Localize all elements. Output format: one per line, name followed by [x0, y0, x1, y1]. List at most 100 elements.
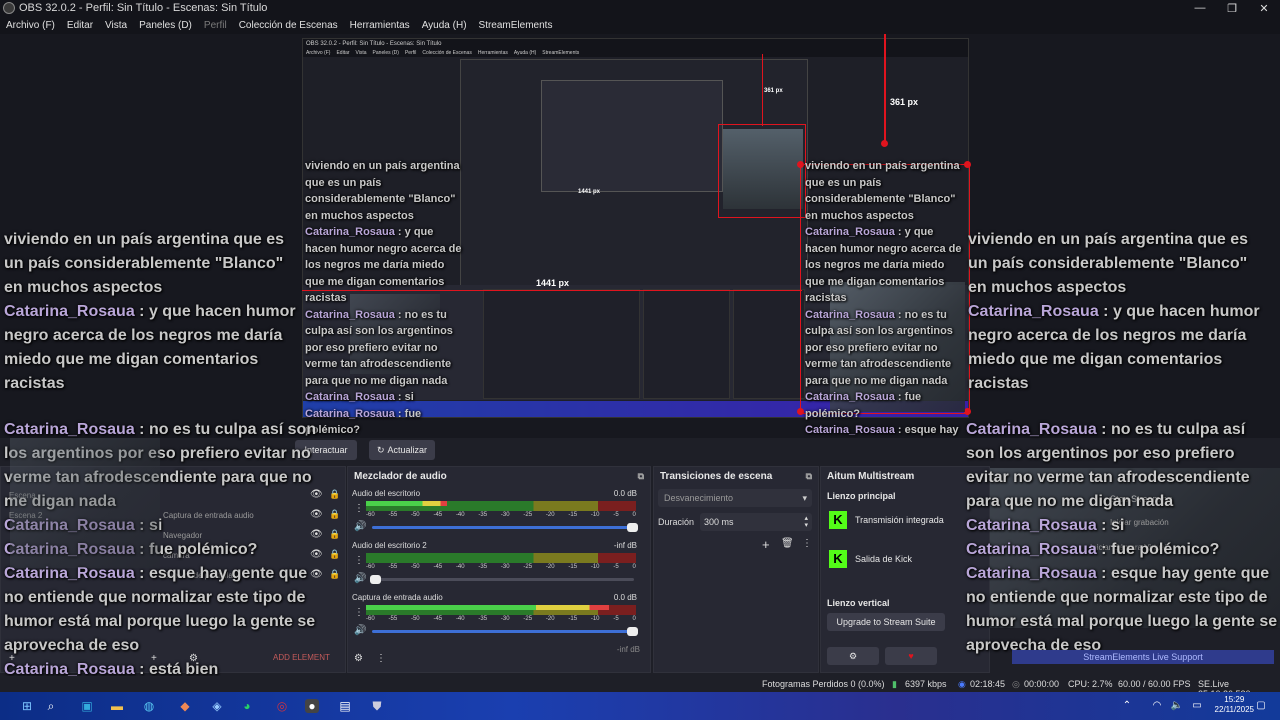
kick-logo-icon: K	[829, 550, 847, 568]
lock-icon[interactable]: 🔒	[329, 569, 340, 580]
add-transition-icon[interactable]: +	[762, 537, 770, 552]
popout-icon[interactable]: ⧉	[638, 471, 644, 482]
nested-menu-item: Vista	[355, 50, 367, 56]
channel-db: 0.0 dB	[613, 593, 637, 602]
volume-slider[interactable]	[372, 627, 638, 636]
slider-knob[interactable]	[370, 575, 381, 584]
channel-menu-icon[interactable]: ⋮	[354, 607, 364, 618]
meter-ticks: -60 -55 -50 -45 -40 -35 -30 -25 -20 -15 -10 -5 0	[366, 616, 636, 622]
vertical-canvas-label: Lienzo vertical	[827, 598, 890, 608]
speaker-icon[interactable]: 🔊	[354, 521, 366, 532]
menu-view[interactable]: Vista	[99, 20, 133, 31]
wifi-icon[interactable]: ◠	[1150, 699, 1164, 713]
lock-icon[interactable]: 🔒	[329, 489, 340, 500]
transition-menu-icon[interactable]: ⋮	[802, 538, 812, 549]
upgrade-stream-suite-button[interactable]: Upgrade to Stream Suite	[827, 613, 945, 631]
volume-slider[interactable]	[370, 575, 634, 584]
browser-icon[interactable]: ◍	[142, 699, 156, 713]
refresh-button[interactable]: ↻ Actualizar	[369, 440, 435, 460]
resize-handle[interactable]	[964, 161, 971, 168]
tray-arrow-icon[interactable]: ⌃	[1120, 699, 1134, 713]
whatsapp-icon[interactable]: ◕	[240, 699, 254, 713]
channel-db: 0.0 dB	[613, 489, 637, 498]
nested-menu-item: StreamElements	[542, 50, 580, 56]
multistream-title: Aitum Multistream	[827, 470, 915, 482]
popout-icon[interactable]: ⧉	[806, 471, 812, 482]
volume-meter	[366, 605, 636, 615]
mixer-channel: Audio del escritorio 2 -inf dB ⋮ -60 -55 -5…	[352, 541, 637, 591]
nested-menu-bar: Archivo (F) Editar Vista Paneles (D) Per…	[303, 49, 968, 57]
obs-taskbar-icon[interactable]: ●	[305, 699, 319, 713]
notifications-icon[interactable]: ▢	[1254, 699, 1268, 713]
streamelements-taskbar-icon[interactable]: ▤	[338, 699, 352, 713]
search-icon[interactable]: ⌕	[44, 699, 58, 713]
mixer-menu-icon[interactable]: ⋮	[376, 653, 386, 664]
mixer-settings-icon[interactable]: ⚙	[354, 653, 363, 664]
app-icon[interactable]: ◆	[178, 699, 192, 713]
nested-menu-item: Paneles (D)	[372, 50, 399, 56]
menu-profile[interactable]: Perfil	[198, 20, 233, 31]
menu-scene-collection[interactable]: Colección de Escenas	[233, 20, 344, 31]
menu-streamelements[interactable]: StreamElements	[473, 20, 559, 31]
chat-message: Catarina_Rosaua : y que hacen humor negr…	[968, 303, 1260, 392]
output-kick[interactable]: K Salida de Kick	[829, 550, 912, 568]
taskview-icon[interactable]: ▣	[80, 699, 94, 713]
remove-transition-icon[interactable]: 🗑	[781, 538, 794, 549]
chat-overlay-nested-right: viviendo en un país argentina que es un …	[805, 158, 965, 438]
menu-help[interactable]: Ayuda (H)	[416, 20, 473, 31]
multistream-settings-button[interactable]: ⚙	[827, 647, 879, 665]
streamelements-support-button[interactable]: StreamElements Live Support	[1012, 650, 1274, 664]
minimize-button[interactable]: —	[1184, 2, 1216, 15]
windows-start-icon[interactable]: ⊞	[20, 699, 34, 713]
chat-message: Catarina_Rosaua : y que hacen humor negr…	[305, 226, 462, 304]
duration-stepper[interactable]: 300 ms ▴ ▾	[700, 513, 812, 531]
speaker-icon[interactable]: 🔊	[354, 573, 366, 584]
chevron-down-icon: ▾	[802, 492, 807, 503]
channel-db-partial: -inf dB	[616, 645, 640, 654]
file-explorer-icon[interactable]: ▬	[110, 699, 124, 713]
output-transmision[interactable]: K Transmisión integrada	[829, 511, 944, 529]
lock-icon[interactable]: 🔒	[329, 529, 340, 540]
duration-value: 300 ms	[704, 517, 734, 527]
slider-knob[interactable]	[627, 523, 638, 532]
chat-message: Catarina_Rosaua : esque hay gente que no…	[805, 424, 959, 436]
resize-handle[interactable]	[964, 408, 971, 415]
volume-slider[interactable]	[372, 523, 638, 532]
menu-file[interactable]: Archivo (F)	[0, 20, 61, 31]
battery-icon[interactable]: ▭	[1190, 699, 1204, 713]
clock[interactable]: 15:29 22/11/2025	[1215, 695, 1254, 716]
stepper-arrows-icon[interactable]: ▴ ▾	[804, 515, 808, 529]
speaker-icon[interactable]: 🔊	[354, 625, 366, 636]
channel-name: Audio del escritorio	[352, 489, 421, 498]
mixer-channel: Captura de entrada audio 0.0 dB ⋮ -60 -55-…	[352, 593, 638, 643]
chat-message: viviendo en un país argentina que es un …	[305, 160, 460, 222]
transition-selected: Desvanecimiento	[664, 493, 734, 503]
close-button[interactable]: ✕	[1248, 2, 1280, 15]
app-icon[interactable]: ◎	[275, 699, 289, 713]
chat-message: Catarina_Rosaua : fue polémico?	[805, 391, 922, 420]
app-icon[interactable]: ◈	[210, 699, 224, 713]
refresh-label: Actualizar	[387, 445, 428, 455]
volume-meter	[366, 553, 636, 563]
transition-select[interactable]: Desvanecimiento ▾	[658, 489, 812, 507]
app-icon[interactable]: ⛊	[370, 699, 384, 713]
volume-icon[interactable]: 🔈	[1170, 699, 1184, 713]
chat-message: Catarina_Rosaua : y que hacen humor negr…	[4, 303, 296, 392]
measure-vertical-label: 361 px	[890, 97, 919, 107]
lock-icon[interactable]: 🔒	[329, 549, 340, 560]
resize-handle[interactable]	[797, 408, 804, 415]
mixer-channel: Audio del escritorio 0.0 dB ⋮ -60 -55 -50 -4…	[352, 489, 638, 539]
lock-icon[interactable]: 🔒	[329, 509, 340, 520]
menu-docks[interactable]: Paneles (D)	[133, 20, 198, 31]
nested-mixer	[483, 289, 640, 399]
donate-button[interactable]: ♥	[885, 647, 937, 665]
preview-canvas[interactable]: OBS 32.0.2 - Perfil: Sin Título - Escena…	[0, 34, 1280, 438]
slider-knob[interactable]	[627, 627, 638, 636]
maximize-button[interactable]: ❐	[1216, 2, 1248, 15]
channel-menu-icon[interactable]: ⋮	[354, 503, 364, 514]
menu-tools[interactable]: Herramientas	[344, 20, 416, 31]
rec-time: 00:00:00	[1024, 679, 1060, 689]
channel-menu-icon[interactable]: ⋮	[354, 555, 364, 566]
menu-edit[interactable]: Editar	[61, 20, 99, 31]
chat-overlay-nested-left: viviendo en un país argentina que es un …	[305, 158, 465, 438]
